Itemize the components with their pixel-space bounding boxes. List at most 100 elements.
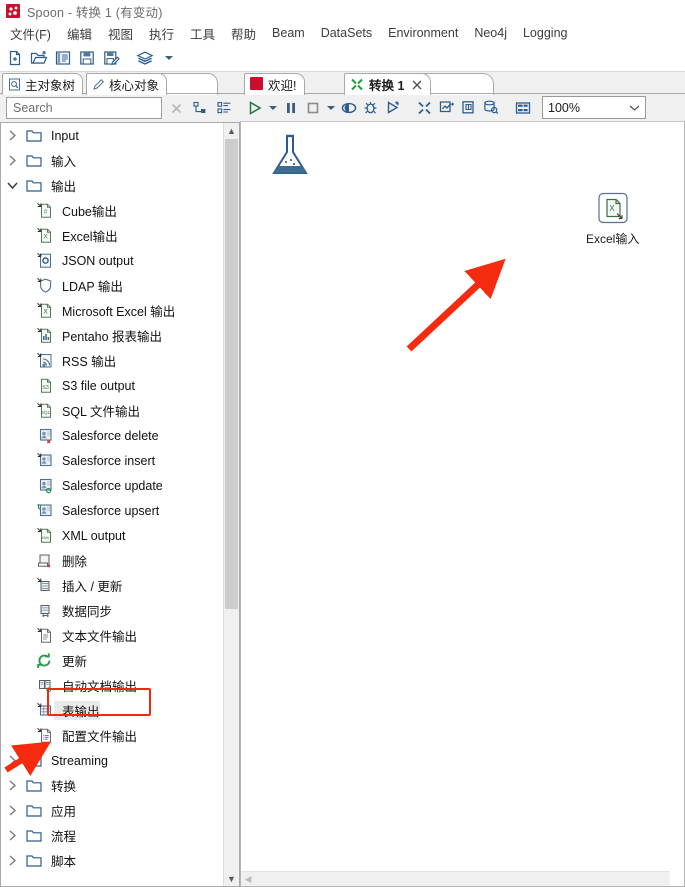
folder-icon xyxy=(23,129,45,143)
new-file-icon[interactable] xyxy=(4,47,26,69)
tab-transformation-1-label: 转换 1 xyxy=(369,79,405,93)
tree-folder-row[interactable]: 流程 xyxy=(1,823,224,848)
scroll-up-arrow-icon[interactable]: ▲ xyxy=(224,123,239,138)
menu-file[interactable]: 文件(F) xyxy=(2,23,59,44)
transformation-canvas-area[interactable]: X Excel输入 ◀ xyxy=(240,122,685,887)
preview-icon[interactable] xyxy=(338,97,359,119)
tree-folder-row[interactable]: 脚本 xyxy=(1,848,224,873)
canvas-vertical-scrollbar[interactable] xyxy=(670,122,684,872)
stop-icon[interactable] xyxy=(302,97,323,119)
canvas-node-excel-input[interactable]: X Excel输入 xyxy=(581,190,644,248)
tree-step-row[interactable]: 文本文件输出 xyxy=(1,623,224,648)
tree-folder-row[interactable]: 转换 xyxy=(1,773,224,798)
replay-icon[interactable] xyxy=(382,97,403,119)
tree-folder-row[interactable]: Input xyxy=(1,123,224,148)
tree-step-row[interactable]: Pentaho 报表输出 xyxy=(1,323,224,348)
chevron-right-icon[interactable] xyxy=(1,155,23,166)
menu-edit[interactable]: 编辑 xyxy=(59,23,100,44)
menu-neo4j[interactable]: Neo4j xyxy=(466,25,515,41)
chevron-right-icon[interactable] xyxy=(1,830,23,841)
tree-step-row[interactable]: 插入 / 更新 xyxy=(1,573,224,598)
tree-step-row[interactable]: Salesforce update xyxy=(1,473,224,498)
tree-step-row[interactable]: 配置文件输出 xyxy=(1,723,224,748)
spoon-logo-icon xyxy=(6,4,20,18)
save-icon[interactable] xyxy=(76,47,98,69)
tree-step-row[interactable]: 更新 xyxy=(1,648,224,673)
tab-core-objects[interactable]: 核心对象 xyxy=(86,73,168,95)
save-as-icon[interactable] xyxy=(100,47,122,69)
search-input[interactable] xyxy=(11,100,157,116)
tree-step-row[interactable]: 数据同步 xyxy=(1,598,224,623)
pause-icon[interactable] xyxy=(280,97,301,119)
open-file-icon[interactable] xyxy=(28,47,50,69)
tree-folder-row[interactable]: 输出 xyxy=(1,173,224,198)
tree-row-label: Salesforce upsert xyxy=(62,503,160,518)
tree-step-row[interactable]: X Excel输出 xyxy=(1,223,224,248)
chevron-right-icon[interactable] xyxy=(1,755,23,766)
tree-step-row[interactable]: SQL SQL 文件输出 xyxy=(1,398,224,423)
tree-vertical-scrollbar[interactable]: ▲ ▼ xyxy=(223,123,239,886)
sidebar-tab-strip: 主对象树 核心对象 xyxy=(0,72,240,95)
scrollbar-thumb[interactable] xyxy=(225,139,238,609)
tree-step-row[interactable]: Salesforce delete xyxy=(1,423,224,448)
debug-icon[interactable] xyxy=(360,97,381,119)
pentaho-report-output-icon xyxy=(34,327,54,344)
menu-logging[interactable]: Logging xyxy=(515,25,576,41)
tree-folder-row[interactable]: Streaming xyxy=(1,748,224,773)
db-explore-icon[interactable] xyxy=(480,97,501,119)
stop-dropdown-caret-icon[interactable] xyxy=(324,97,337,119)
clear-x-icon[interactable] xyxy=(166,98,186,118)
scroll-left-arrow-icon[interactable]: ◀ xyxy=(241,874,255,885)
tree-step-row[interactable]: 表输出 xyxy=(1,698,224,723)
menu-beam[interactable]: Beam xyxy=(264,25,313,41)
chevron-right-icon[interactable] xyxy=(1,805,23,816)
tree-step-row[interactable]: X Microsoft Excel 输出 xyxy=(1,298,224,323)
tree-step-row[interactable]: Salesforce insert xyxy=(1,448,224,473)
tree-step-row[interactable]: # Cube输出 xyxy=(1,198,224,223)
menu-datasets[interactable]: DataSets xyxy=(313,25,380,41)
canvas-horizontal-scrollbar[interactable]: ◀ xyxy=(241,871,670,886)
core-objects-tree[interactable]: Input 输入 输出 # Cube输出 X Excel输出 JSON output LDAP … xyxy=(0,122,240,887)
zoom-select[interactable]: 100% xyxy=(542,96,646,119)
tree-step-row[interactable]: XML XML output xyxy=(1,523,224,548)
chevron-down-icon[interactable] xyxy=(1,181,23,190)
run-icon[interactable] xyxy=(244,97,265,119)
tab-main-object-tree[interactable]: 主对象树 xyxy=(2,73,84,95)
tree-step-row[interactable]: S3 S3 file output xyxy=(1,373,224,398)
tree-step-row[interactable]: LDAP 输出 xyxy=(1,273,224,298)
tree-step-row[interactable]: RSS 输出 xyxy=(1,348,224,373)
close-icon[interactable] xyxy=(412,80,422,90)
collapse-all-icon[interactable] xyxy=(214,98,234,118)
search-box[interactable] xyxy=(6,97,162,119)
menu-help[interactable]: 帮助 xyxy=(223,23,264,44)
tab-welcome[interactable]: 欢迎! xyxy=(244,73,306,95)
tree-row-label: SQL 文件输出 xyxy=(62,405,141,419)
tree-step-row[interactable]: 自动文档输出 xyxy=(1,673,224,698)
scroll-down-arrow-icon[interactable]: ▼ xyxy=(224,871,239,886)
tree-row-label: RSS 输出 xyxy=(62,355,117,369)
tree-step-row[interactable]: JSON output xyxy=(1,248,224,273)
menu-environment[interactable]: Environment xyxy=(380,25,466,41)
run-dropdown-caret-icon[interactable] xyxy=(266,97,279,119)
layers-icon[interactable] xyxy=(134,47,156,69)
tree-step-row[interactable]: Salesforce upsert xyxy=(1,498,224,523)
explorer-icon[interactable] xyxy=(52,47,74,69)
menu-view[interactable]: 视图 xyxy=(100,23,141,44)
tree-step-row[interactable]: 删除 xyxy=(1,548,224,573)
transformation-settings-icon[interactable] xyxy=(414,97,435,119)
menu-run[interactable]: 执行 xyxy=(141,23,182,44)
menu-tools[interactable]: 工具 xyxy=(182,23,223,44)
editor-toolbar: 100% xyxy=(240,94,685,122)
transformation-canvas[interactable]: X Excel输入 xyxy=(241,122,670,872)
dropdown-caret-icon[interactable] xyxy=(158,47,180,69)
show-log-icon[interactable] xyxy=(458,97,479,119)
show-metrics-icon[interactable] xyxy=(436,97,457,119)
tab-transformation-1[interactable]: 转换 1 xyxy=(344,73,432,95)
grid-icon[interactable] xyxy=(512,97,533,119)
chevron-right-icon[interactable] xyxy=(1,780,23,791)
tree-folder-row[interactable]: 应用 xyxy=(1,798,224,823)
tree-folder-row[interactable]: 输入 xyxy=(1,148,224,173)
chevron-right-icon[interactable] xyxy=(1,855,23,866)
chevron-right-icon[interactable] xyxy=(1,130,23,141)
expand-all-icon[interactable] xyxy=(190,98,210,118)
